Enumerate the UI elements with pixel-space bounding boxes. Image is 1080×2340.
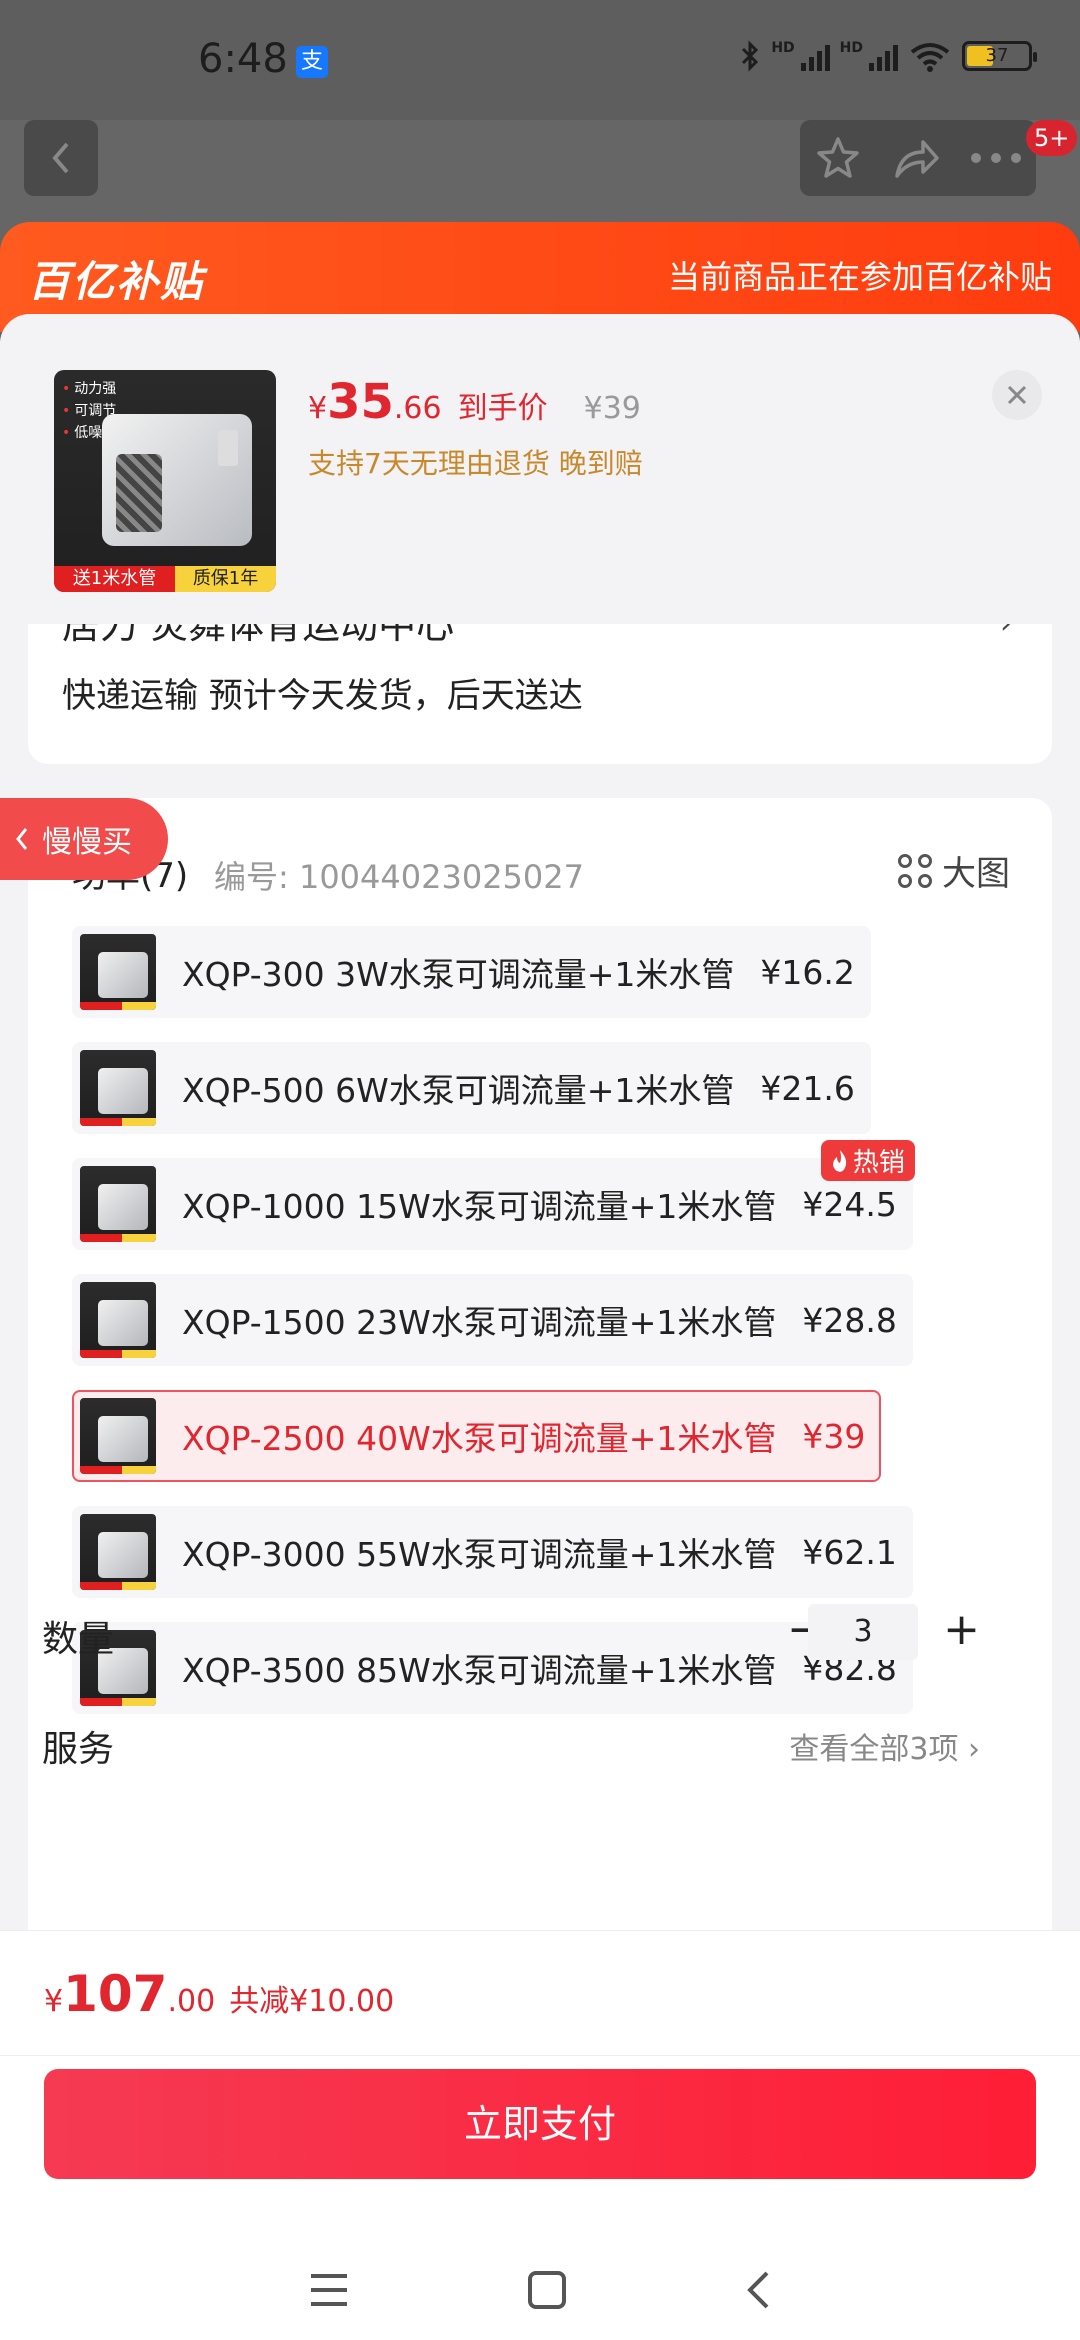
option-name: XQP-2500 40W水泵可调流量+1米水管 [182,1419,777,1458]
close-button[interactable] [992,370,1042,420]
chevron-left-icon [16,828,28,850]
star-icon[interactable] [814,134,862,182]
price-line: ¥35.66 到手价 ¥39 [308,374,641,430]
wifi-icon [910,43,950,72]
view-all-services-link[interactable]: 查看全部3项 › [789,1724,980,1768]
option-price: ¥39 [802,1416,866,1456]
option-name: XQP-500 6W水泵可调流量+1米水管 [182,1071,735,1110]
option-thumbnail [80,1514,156,1590]
grid-icon [898,853,932,888]
status-indicators: HD HD 37 [739,40,1037,72]
option-thumbnail [80,1282,156,1358]
quantity-label: 数量 [42,1619,115,1660]
service-row[interactable]: 服务 查看全部3项 › [34,1714,994,1774]
option-name: XQP-3000 55W水泵可调流量+1米水管 [182,1535,777,1574]
option-price: ¥28.8 [802,1300,897,1340]
flame-icon [832,1149,846,1172]
quantity-row: 数量 − 3 + [34,1604,994,1664]
pay-now-button[interactable]: 立即支付 [44,2069,1036,2179]
option-name: XQP-1000 15W水泵可调流量+1米水管 [182,1187,777,1226]
option-name: XQP-300 3W水泵可调流量+1米水管 [182,955,735,994]
signal-icon-1 [800,41,830,71]
subsidy-text: 当前商品正在参加百亿补贴 [667,258,1052,296]
promo-warranty: 质保1年 [175,566,276,592]
option-name: XQP-1500 23W水泵可调流量+1米水管 [182,1303,777,1342]
product-image-promo: 送1米水管 质保1年 [54,566,276,592]
final-price: ¥35.66 [308,374,442,430]
option-price: ¥24.5 [802,1184,897,1224]
service-label: 服务 [42,1729,115,1770]
service-promise: 支持7天无理由退货 晚到赔 [308,447,643,480]
option-item[interactable]: XQP-1000 15W水泵可调流量+1米水管 ¥24.5 热销 [72,1140,915,1250]
option-item[interactable]: XQP-500 6W水泵可调流量+1米水管 ¥21.6 [72,1042,871,1134]
battery-level: 37 [985,45,1009,66]
home-icon[interactable] [527,2270,567,2310]
option-thumbnail [80,1050,156,1126]
back-icon[interactable] [745,2270,771,2310]
price-tracker-tab[interactable]: 慢慢买 [0,798,168,880]
nav-actions [800,120,1036,196]
share-icon[interactable] [891,136,941,180]
chevron-left-icon [52,142,69,174]
shipping-card[interactable]: 居力 炎舞体育运动中心 › 快递运输 预计今天发货，后天送达 [28,614,1052,764]
subsidy-logo: 百亿补贴 [28,257,205,306]
option-item[interactable]: XQP-300 3W水泵可调流量+1米水管 ¥16.2 [72,926,871,1018]
option-thumbnail [80,1166,156,1242]
option-item-selected[interactable]: XQP-2500 40W水泵可调流量+1米水管 ¥39 [72,1390,882,1482]
signal-icon-2 [869,41,898,71]
bluetooth-icon [742,40,759,72]
notification-badge: 5+ [1026,120,1078,156]
hot-badge: 热销 [820,1140,915,1181]
battery-icon: 37 [962,41,1037,71]
price-tracker-label: 慢慢买 [42,825,132,860]
total-price: ¥107.00 共减¥10.00 [44,1965,395,2023]
option-price: ¥21.6 [760,1068,855,1108]
pump-illustration [102,414,252,546]
product-code: 编号: 10044023025027 [214,858,584,896]
network-type-2: HD [839,40,863,56]
divider [0,2055,1080,2056]
promo-hose: 送1米水管 [54,566,176,592]
system-nav-bar [0,2240,1080,2340]
large-view-toggle[interactable]: 大图 [898,846,1010,895]
total-savings: 共减¥10.00 [229,1984,395,2019]
hot-label: 热销 [852,1148,905,1178]
option-item[interactable]: XQP-3000 55W水泵可调流量+1米水管 ¥62.1 [72,1506,913,1598]
product-header: 动力强 可调节 低噪音 送1米水管 质保1年 ¥35.66 到手价 ¥39 支持… [0,314,1080,624]
increase-button[interactable]: + [943,1608,980,1652]
network-type-1: HD [771,40,795,56]
original-price: ¥39 [583,391,641,426]
large-view-label: 大图 [942,854,1010,894]
status-time: 6:48 [198,36,288,82]
shipping-estimate: 快递运输 预计今天发货，后天送达 [62,676,583,716]
option-thumbnail [80,934,156,1010]
option-price: ¥16.2 [760,952,855,992]
close-icon [1007,385,1027,405]
final-price-label: 到手价 [457,391,548,426]
product-tag: 动力强 [62,381,116,397]
option-price: ¥62.1 [802,1532,897,1572]
status-bar: 6:48 支 HD HD 37 [0,0,1080,120]
menu-icon[interactable] [309,2272,349,2308]
more-icon[interactable] [970,152,1022,164]
alipay-icon: 支 [296,46,328,78]
option-item[interactable]: XQP-1500 23W水泵可调流量+1米水管 ¥28.8 [72,1274,913,1366]
product-image[interactable]: 动力强 可调节 低噪音 送1米水管 质保1年 [54,370,276,592]
option-thumbnail [80,1398,156,1474]
back-button[interactable] [24,120,98,196]
quantity-stepper[interactable]: 3 [808,1604,918,1660]
